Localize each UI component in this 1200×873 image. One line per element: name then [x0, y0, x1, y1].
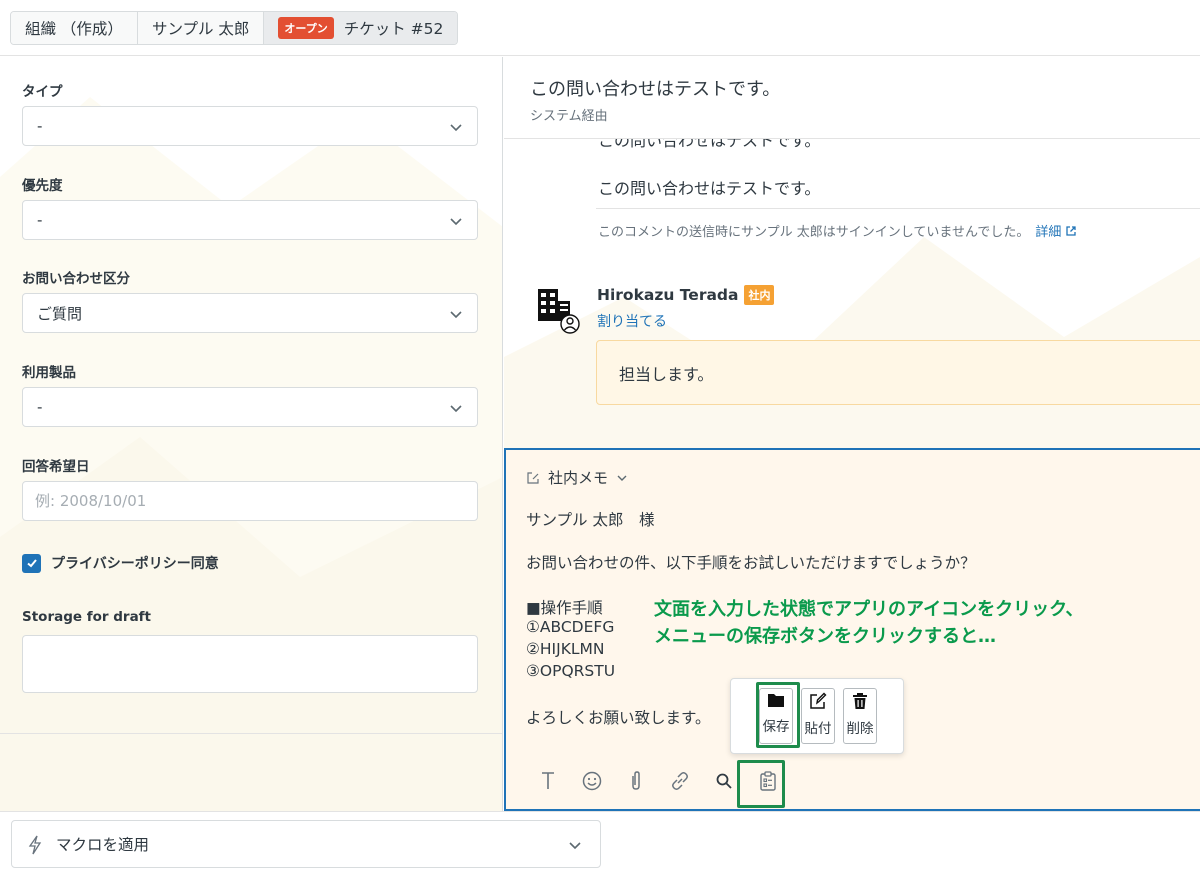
type-select-value: -: [37, 117, 43, 135]
folder-icon: [768, 694, 784, 707]
text-format-icon: [542, 772, 554, 789]
product-select-value: -: [37, 398, 43, 416]
signin-notice: このコメントの送信時にサンプル 太郎はサインインしていませんでした。 詳細: [598, 221, 1077, 240]
privacy-consent[interactable]: プライバシーポリシー同意: [22, 553, 219, 573]
tab-organization[interactable]: 組織 （作成）: [11, 12, 138, 44]
edit-note-icon: [527, 471, 539, 484]
ticket-channel: システム経由: [530, 109, 608, 124]
editor-toolbar: [526, 766, 790, 796]
ticket-properties-panel: タイプ - 優先度 - お問い合わせ区分 ご質問 利用製品 - 回答希望日 プラ…: [0, 57, 503, 811]
comment-type-selector[interactable]: 社内メモ: [526, 467, 628, 488]
delete-button[interactable]: 削除: [843, 688, 877, 744]
link-button[interactable]: [658, 766, 702, 796]
product-label: 利用製品: [22, 365, 76, 381]
category-select[interactable]: ご質問: [22, 293, 478, 333]
comment-author: Hirokazu Terada 社内: [597, 285, 775, 305]
storage-label: Storage for draft: [22, 609, 152, 625]
app-clipboard-button[interactable]: [746, 766, 790, 796]
type-label: タイプ: [22, 84, 63, 100]
trash-icon: [853, 693, 867, 709]
ticket-header-bar: 組織 （作成） サンプル 太郎 オープン チケット #52: [0, 0, 1200, 56]
internal-note-text: 担当します。: [619, 364, 714, 384]
ticket-subject: この問い合わせはテストです。: [530, 79, 781, 100]
search-icon: [716, 773, 732, 789]
comment-editor[interactable]: 社内メモ サンプル 太郎 様 お問い合わせの件、以下手順をお試しいただけますでし…: [504, 448, 1200, 811]
tab-ticket-label: チケット #52: [343, 20, 444, 38]
emoji-icon: [582, 771, 602, 791]
product-select[interactable]: -: [22, 387, 478, 427]
status-badge: オープン: [278, 17, 334, 39]
footer-bar: マクロを適用: [0, 811, 1200, 873]
editor-line: ①ABCDEFG: [526, 618, 615, 636]
paste-button[interactable]: 貼付: [801, 688, 835, 744]
link-icon: [672, 772, 688, 790]
details-link[interactable]: 詳細: [1035, 225, 1077, 240]
apply-macro-select[interactable]: マクロを適用: [11, 820, 601, 868]
message-body: この問い合わせはテストです。: [598, 179, 821, 198]
chevron-down-icon: [617, 475, 627, 481]
apply-macro-label: マクロを適用: [56, 836, 150, 854]
tab-ticket[interactable]: オープン チケット #52: [264, 12, 458, 44]
instruction-annotation: 文面を入力した状態でアプリのアイコンをクリック、 メニューの保存ボタンをクリック…: [654, 596, 1083, 650]
annotation-line: メニューの保存ボタンをクリックすると…: [654, 626, 996, 647]
signin-notice-text: このコメントの送信時にサンプル 太郎はサインインしていませんでした。: [598, 225, 1030, 240]
storage-field[interactable]: [22, 635, 478, 693]
priority-label: 優先度: [22, 178, 63, 194]
editor-line: サンプル 太郎 様: [526, 511, 655, 529]
edit-icon: [810, 692, 827, 709]
search-button[interactable]: [702, 766, 746, 796]
delete-button-label: 削除: [846, 721, 874, 737]
tab-requester[interactable]: サンプル 太郎: [137, 12, 265, 44]
checkmark-icon: [26, 559, 37, 568]
internal-tag: 社内: [744, 285, 775, 305]
app-popup-menu: 保存 貼付 削除: [730, 678, 904, 754]
comment-type-label: 社内メモ: [548, 469, 609, 487]
chevron-down-icon: [450, 405, 462, 413]
internal-note-bubble: 担当します。: [596, 340, 1200, 405]
tab-requester-label: サンプル 太郎: [151, 20, 250, 38]
external-link-icon: [1066, 226, 1077, 236]
breadcrumb: 組織 （作成） サンプル 太郎 オープン チケット #52: [10, 11, 459, 45]
editor-line: お問い合わせの件、以下手順をお試しいただけますでしょうか？: [526, 554, 976, 572]
assign-link[interactable]: 割り当てる: [597, 311, 667, 331]
app-clipboard-icon: [760, 771, 776, 791]
chevron-down-icon: [450, 124, 462, 132]
details-link-label: 詳細: [1035, 225, 1062, 240]
annotation-line: 文面を入力した状態でアプリのアイコンをクリック、: [654, 599, 1084, 620]
chevron-down-icon: [450, 218, 462, 226]
privacy-label: プライバシーポリシー同意: [51, 556, 219, 572]
editor-line: よろしくお願い致します。: [526, 709, 711, 727]
lightning-icon: [28, 835, 42, 855]
divider: [0, 733, 502, 734]
priority-select-value: -: [37, 211, 43, 229]
editor-line: ③OPQRSTU: [526, 662, 616, 680]
background-mountain-decoration: [0, 97, 502, 811]
conversation-header: この問い合わせはテストです。 システム経由: [504, 57, 1200, 139]
priority-select[interactable]: -: [22, 200, 478, 240]
editor-line: ■操作手順: [526, 599, 603, 617]
category-select-value: ご質問: [37, 304, 83, 323]
text-format-button[interactable]: [526, 766, 570, 796]
chevron-down-icon: [450, 311, 462, 319]
editor-line: ②HIJKLMN: [526, 640, 605, 658]
type-select[interactable]: -: [22, 106, 478, 146]
chevron-down-icon: [569, 842, 581, 850]
save-button[interactable]: 保存: [759, 688, 793, 744]
tab-organization-label: 組織 （作成）: [25, 20, 123, 38]
paste-button-label: 貼付: [804, 721, 832, 737]
save-button-label: 保存: [762, 719, 790, 735]
due-date-input[interactable]: [22, 481, 478, 521]
attachment-icon: [632, 771, 640, 790]
avatar[interactable]: [532, 285, 582, 335]
divider: [596, 208, 1200, 209]
emoji-button[interactable]: [570, 766, 614, 796]
privacy-checkbox[interactable]: [22, 553, 41, 573]
due-date-label: 回答希望日: [22, 459, 90, 475]
category-label: お問い合わせ区分: [22, 271, 130, 287]
author-name: Hirokazu Terada: [597, 286, 739, 304]
attachment-button[interactable]: [614, 766, 658, 796]
conversation-panel: この問い合わせはテストです。 システム経由 この問い合わせはテストです。 この問…: [504, 57, 1200, 448]
